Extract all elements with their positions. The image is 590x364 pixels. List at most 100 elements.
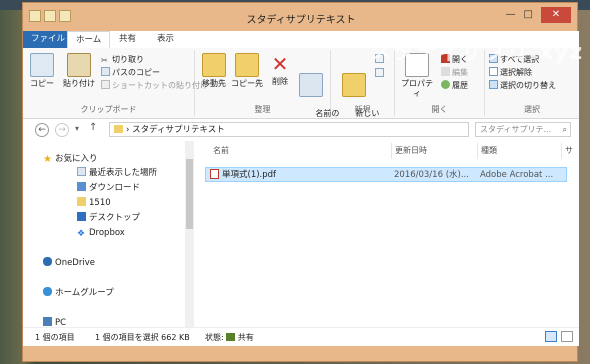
new-folder-large-icon: [342, 73, 366, 97]
nav-homegroup[interactable]: ホームグループ: [43, 287, 114, 299]
navigation-pane: ★ お気に入り 最近表示した場所 ダウンロード 1510 デスクトップ ❖ Drop…: [23, 141, 185, 328]
search-input[interactable]: スタディサプリテ... ⌕: [475, 122, 571, 137]
nav-scroll-thumb[interactable]: [186, 159, 193, 229]
clipboard-icon: [67, 53, 91, 77]
move-to-button[interactable]: 移動先: [199, 53, 229, 89]
paste-button[interactable]: 貼り付け: [61, 53, 97, 89]
edit-icon: [441, 67, 450, 76]
status-bar: 1 個の項目 1 個の項目を選択 662 KB 状態: 共有: [23, 327, 579, 346]
window-controls: — □ ✕: [506, 7, 571, 23]
select-none-button[interactable]: 選択解除: [489, 67, 532, 78]
clipboard-group: コピー 貼り付け ✂ 切り取り パスのコピー ショートカットの貼り付け クリップボ…: [23, 50, 208, 116]
back-button[interactable]: ←: [35, 123, 49, 137]
details-view-icon[interactable]: [545, 331, 557, 342]
forward-button[interactable]: →: [55, 123, 69, 137]
copy-path-label: パスのコピー: [112, 68, 160, 77]
file-list: 名前 更新日時 種類 サ 単項式(1).pdf 2016/03/16 (水)..…: [195, 141, 579, 327]
properties-label: プロパティ: [401, 79, 433, 98]
paste-shortcut-icon: [101, 80, 110, 89]
nav-favorites[interactable]: ★ お気に入り: [43, 153, 98, 165]
recent-places-icon: [77, 167, 86, 176]
nav-favorites-label: お気に入り: [55, 154, 98, 164]
share-state: 状態: 共有: [205, 332, 254, 343]
edit-button[interactable]: 編集: [441, 67, 468, 78]
pdf-file-icon: [210, 169, 219, 179]
invert-selection-label: 選択の切り替え: [500, 81, 556, 90]
copy-path-icon: [101, 67, 110, 76]
clipboard-group-label: クリップボード: [80, 105, 137, 114]
cut-button[interactable]: ✂ 切り取り: [101, 54, 144, 65]
address-path: スタディサプリテキスト: [132, 125, 225, 135]
star-icon: ★: [43, 154, 52, 165]
address-bar-row: ← → ▾ ↑ › スタディサプリテキスト スタディサプリテ... ⌕: [23, 119, 579, 141]
nav-onedrive[interactable]: OneDrive: [43, 257, 95, 269]
nav-item-label: デスクトップ: [89, 213, 141, 223]
copy-button[interactable]: コピー: [27, 53, 57, 89]
copy-to-label: コピー先: [231, 79, 263, 88]
window-title: スタディサプリテキスト: [246, 15, 356, 26]
copy-path-button[interactable]: パスのコピー: [101, 67, 160, 78]
nav-item-dropbox[interactable]: ❖ Dropbox: [77, 227, 125, 239]
folder-icon: [114, 125, 123, 133]
search-placeholder: スタディサプリテ...: [480, 125, 552, 134]
paste-shortcut-button[interactable]: ショートカットの貼り付け: [101, 80, 208, 91]
column-header-type[interactable]: 種類: [481, 145, 497, 157]
copy-label: コピー: [30, 79, 54, 88]
close-button[interactable]: ✕: [541, 7, 571, 23]
open-group-label: 開く: [431, 105, 448, 114]
nav-item-downloads[interactable]: ダウンロード: [77, 182, 140, 194]
nav-item-1510[interactable]: 1510: [77, 197, 111, 209]
invert-selection-button[interactable]: 選択の切り替え: [489, 80, 556, 91]
move-folder-icon: [202, 53, 226, 77]
large-icons-view-icon[interactable]: [561, 331, 573, 342]
move-label: 移動先: [202, 79, 226, 88]
homegroup-icon: [43, 287, 52, 296]
tab-view[interactable]: 表示: [149, 31, 182, 48]
computer-icon: [43, 317, 52, 326]
copy-icon: [30, 53, 54, 77]
shared-users-icon: [226, 333, 236, 341]
column-header-size[interactable]: サ: [565, 145, 573, 157]
select-none-icon: [489, 67, 498, 76]
file-date: 2016/03/16 (水)...: [394, 170, 469, 180]
history-label: 履歴: [452, 81, 468, 90]
cut-label: 切り取り: [112, 55, 144, 64]
up-arrow-icon[interactable]: ↑: [89, 122, 97, 133]
folder-icon: [77, 197, 86, 206]
minimize-button[interactable]: —: [506, 9, 516, 23]
maximize-button[interactable]: □: [524, 9, 533, 23]
state-label: 状態:: [205, 333, 224, 342]
file-name-cell: 単項式(1).pdf: [210, 169, 276, 181]
nav-item-label: 最近表示した場所: [89, 168, 158, 178]
cloud-icon: [43, 257, 52, 266]
tab-share[interactable]: 共有: [111, 31, 144, 48]
edit-label: 編集: [452, 68, 468, 77]
title-bar: スタディサプリテキスト — □ ✕: [23, 3, 579, 29]
selection-info: 1 個の項目を選択 662 KB: [95, 333, 190, 342]
easy-access-icon: [375, 68, 384, 77]
desktop-icon: [77, 212, 86, 221]
delete-x-icon: ✕: [271, 52, 289, 76]
copy-to-button[interactable]: コピー先: [231, 53, 263, 89]
organize-group: 移動先 コピー先 ✕ 削除 名前の 変更 整理: [195, 50, 339, 128]
history-icon: [441, 80, 450, 89]
history-button[interactable]: 履歴: [441, 80, 468, 91]
nav-item-desktop[interactable]: デスクトップ: [77, 212, 140, 224]
new-group-label: 新規: [354, 105, 371, 114]
delete-button[interactable]: ✕ 削除: [267, 53, 293, 87]
invert-selection-icon: [489, 80, 498, 89]
file-row[interactable]: 単項式(1).pdf 2016/03/16 (水)... Adobe Acrob…: [205, 167, 567, 182]
nav-homegroup-label: ホームグループ: [55, 288, 114, 298]
column-header-date[interactable]: 更新日時: [395, 145, 427, 157]
search-icon: ⌕: [562, 125, 567, 134]
address-box[interactable]: › スタディサプリテキスト: [109, 122, 469, 137]
copy-folder-icon: [235, 53, 259, 77]
item-count: 1 個の項目: [35, 333, 75, 342]
scissors-icon: ✂: [101, 56, 108, 65]
watermark: スタディサプリ.xyz: [370, 40, 584, 65]
recent-dropdown-icon[interactable]: ▾: [75, 124, 79, 133]
organize-group-label: 整理: [254, 105, 271, 114]
easy-access-button[interactable]: [375, 68, 386, 79]
nav-item-recent[interactable]: 最近表示した場所: [77, 167, 157, 179]
column-header-name[interactable]: 名前: [213, 145, 229, 157]
